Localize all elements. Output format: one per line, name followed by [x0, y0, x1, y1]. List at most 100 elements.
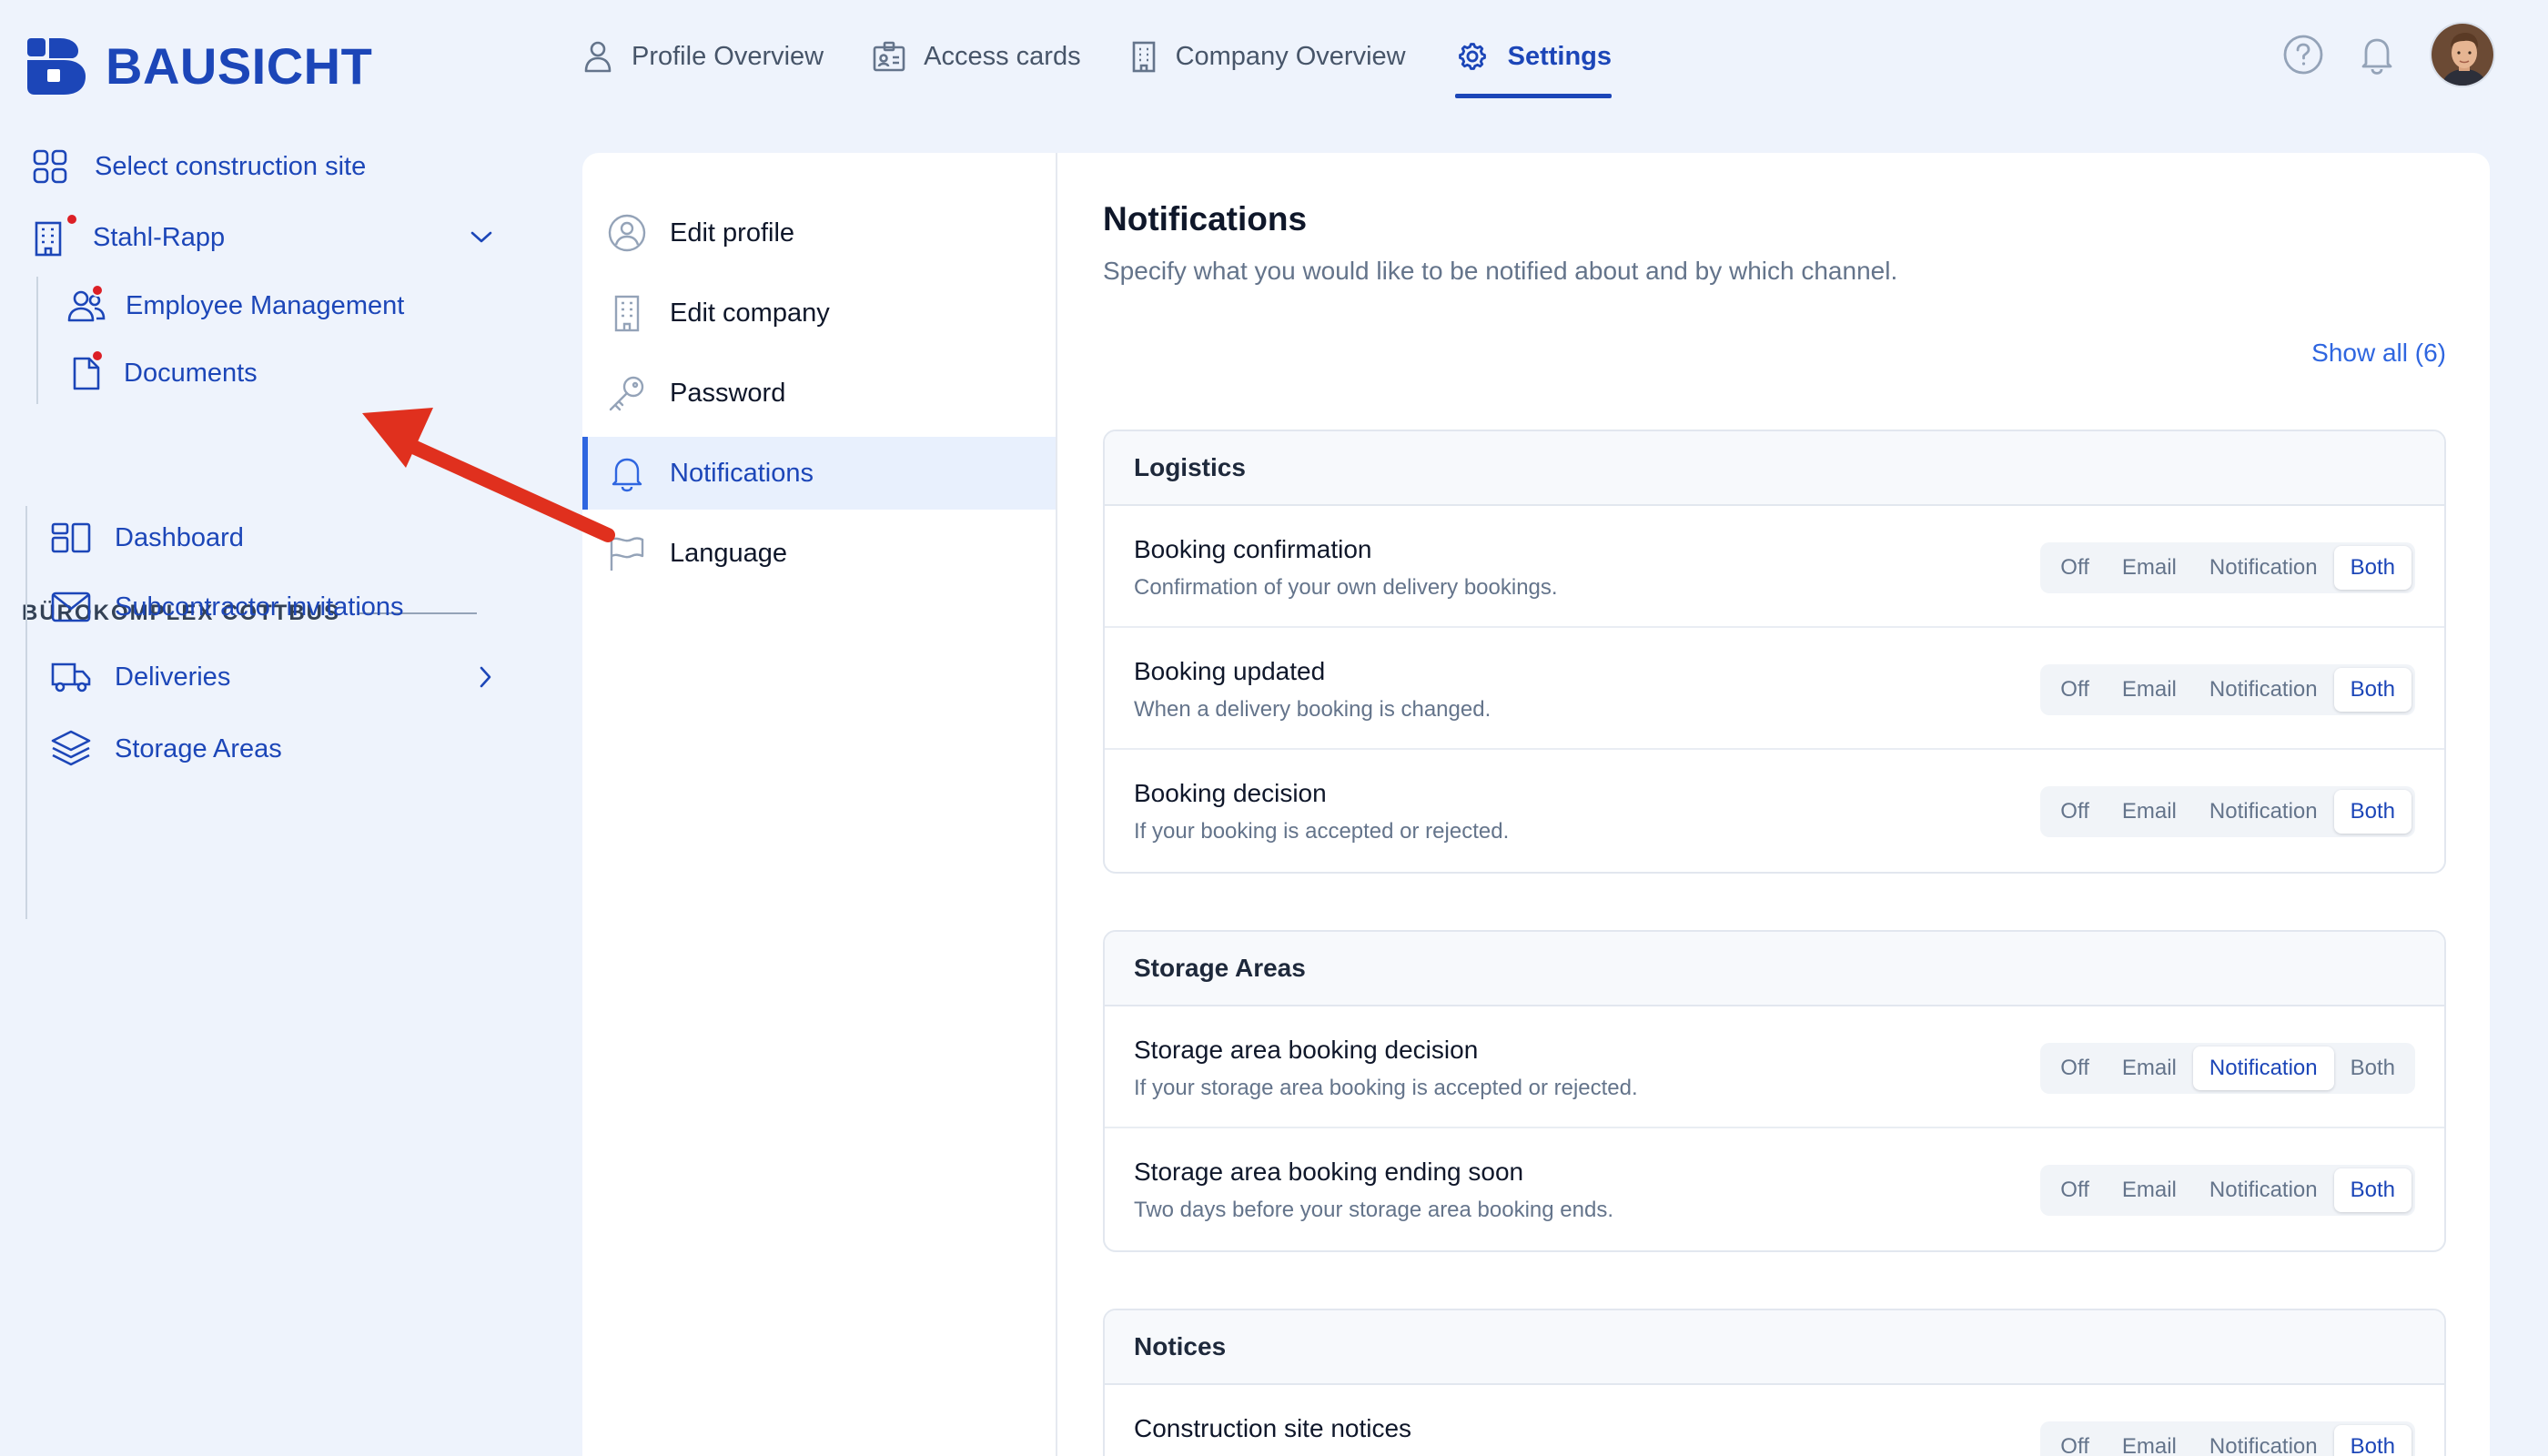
option-both-button[interactable]: Both [2333, 1168, 2412, 1212]
option-off-button[interactable]: Off [2044, 546, 2106, 590]
chevron-down-icon [470, 230, 493, 245]
settings-item-edit-profile[interactable]: Edit profile [582, 197, 1056, 269]
chevron-right-icon [479, 665, 493, 689]
alert-dot [91, 349, 104, 362]
tab-company-overview[interactable]: Company Overview [1130, 29, 1406, 84]
building-icon [1130, 40, 1158, 73]
group-title: Storage Areas [1105, 932, 2444, 1006]
setting-row: Booking decision If your booking is acce… [1105, 750, 2444, 872]
option-notification-button[interactable]: Notification [2193, 1168, 2334, 1212]
id-card-icon [873, 41, 905, 72]
building-icon [608, 294, 646, 332]
brand-name: BAUSICHT [106, 37, 373, 95]
group-storage-areas: Storage Areas Storage area booking decis… [1103, 930, 2446, 1252]
option-email-button[interactable]: Email [2106, 668, 2193, 712]
option-email-button[interactable]: Email [2106, 1168, 2193, 1212]
tab-label: Profile Overview [632, 41, 824, 71]
group-title: Logistics [1105, 431, 2444, 506]
tab-label: Access cards [924, 41, 1081, 71]
key-icon [608, 374, 646, 412]
option-off-button[interactable]: Off [2044, 1168, 2106, 1212]
user-icon [582, 40, 613, 73]
tab-profile-overview[interactable]: Profile Overview [582, 29, 824, 84]
option-both-button[interactable]: Both [2333, 668, 2412, 712]
option-notification-button[interactable]: Notification [2193, 668, 2334, 712]
bell-icon [608, 454, 646, 492]
sidebar-item-label: Deliveries [115, 662, 231, 692]
dashboard-icon [51, 522, 91, 553]
option-email-button[interactable]: Email [2106, 790, 2193, 834]
option-notification-button[interactable]: Notification [2192, 1046, 2334, 1090]
option-email-button[interactable]: Email [2106, 546, 2193, 590]
sidebar-item-storage-areas[interactable]: Storage Areas [51, 730, 282, 768]
bell-icon[interactable] [2359, 35, 2395, 75]
site-tree-line [25, 506, 27, 919]
settings-item-edit-company[interactable]: Edit company [582, 277, 1056, 349]
settings-item-language[interactable]: Language [582, 517, 1056, 590]
settings-item-password[interactable]: Password [582, 357, 1056, 430]
sidebar-item-documents[interactable]: Documents [71, 349, 258, 391]
option-off-button[interactable]: Off [2044, 668, 2106, 712]
option-both-button[interactable]: Both [2333, 1425, 2412, 1456]
option-both-button[interactable]: Both [2333, 546, 2412, 590]
option-notification-button[interactable]: Notification [2193, 546, 2334, 590]
company-dropdown[interactable]: Stahl-Rapp [33, 213, 493, 257]
setting-subtitle: If your storage area booking is accepted… [1134, 1076, 1638, 1100]
setting-row: Booking confirmation Confirmation of you… [1105, 506, 2444, 628]
settings-item-label: Edit profile [670, 217, 795, 248]
help-circle-icon[interactable] [2282, 34, 2324, 76]
company-name: Stahl-Rapp [93, 222, 226, 252]
user-avatar[interactable] [2430, 22, 2495, 87]
option-email-button[interactable]: Email [2106, 1046, 2193, 1090]
channel-selector: Off Email Notification Both [2040, 542, 2415, 593]
sidebar-item-dashboard[interactable]: Dashboard [51, 522, 244, 553]
setting-subtitle: If your booking is accepted or rejected. [1134, 819, 1510, 844]
sidebar-item-employee-management[interactable]: Employee Management [67, 284, 404, 322]
option-notification-button[interactable]: Notification [2193, 790, 2334, 834]
alert-dot [66, 213, 78, 226]
option-notification-button[interactable]: Notification [2193, 1425, 2334, 1456]
settings-item-notifications[interactable]: Notifications [582, 437, 1056, 510]
select-site-label: Select construction site [95, 151, 367, 181]
tab-settings[interactable]: Settings [1454, 29, 1613, 98]
sidebar-item-subcontractor-invitations[interactable]: Subcontractor invitations [51, 592, 404, 622]
settings-item-label: Language [670, 538, 788, 568]
setting-row: Construction site notices Off Email Notifi… [1105, 1385, 2444, 1456]
setting-title: Booking updated [1134, 657, 1326, 685]
setting-title: Construction site notices [1134, 1414, 1412, 1442]
users-icon [67, 284, 106, 322]
sidebar-item-label: Dashboard [115, 522, 244, 552]
setting-row: Storage area booking ending soon Two day… [1105, 1128, 2444, 1250]
top-navigation: Profile Overview Access cards Company Ov… [582, 29, 1661, 98]
option-off-button[interactable]: Off [2044, 790, 2106, 834]
option-both-button[interactable]: Both [2334, 1046, 2412, 1090]
setting-title: Storage area booking decision [1134, 1036, 1479, 1064]
tab-access-cards[interactable]: Access cards [873, 29, 1081, 84]
mail-icon [51, 592, 91, 622]
option-off-button[interactable]: Off [2044, 1425, 2106, 1456]
sidebar-item-label: Storage Areas [115, 733, 282, 763]
document-icon [71, 349, 104, 391]
company-tree-line [36, 277, 38, 404]
building-icon [33, 213, 78, 257]
sidebar-item-label: Documents [124, 358, 258, 388]
sidebar-item-deliveries[interactable]: Deliveries [51, 661, 493, 693]
option-off-button[interactable]: Off [2044, 1046, 2106, 1090]
select-construction-site-link[interactable]: Select construction site [33, 149, 366, 184]
layers-icon [51, 730, 91, 768]
app-logo[interactable]: BAUSICHT [27, 36, 372, 96]
show-all-link[interactable]: Show all (6) [2311, 339, 2446, 368]
settings-item-label: Edit company [670, 298, 830, 328]
setting-subtitle: Confirmation of your own delivery bookin… [1134, 575, 1558, 600]
settings-panel: Edit profile Edit company Password Notif… [582, 153, 2490, 1456]
tab-label: Settings [1507, 41, 1613, 71]
tab-label: Company Overview [1175, 41, 1406, 71]
settings-item-label: Notifications [670, 458, 814, 488]
group-logistics: Logistics Booking confirmation Confirmat… [1103, 430, 2446, 874]
grid-icon [33, 149, 67, 184]
page-title: Notifications [1103, 200, 1308, 238]
truck-icon [51, 661, 91, 693]
option-both-button[interactable]: Both [2333, 790, 2412, 834]
option-email-button[interactable]: Email [2106, 1425, 2193, 1456]
setting-subtitle: When a delivery booking is changed. [1134, 697, 1491, 722]
